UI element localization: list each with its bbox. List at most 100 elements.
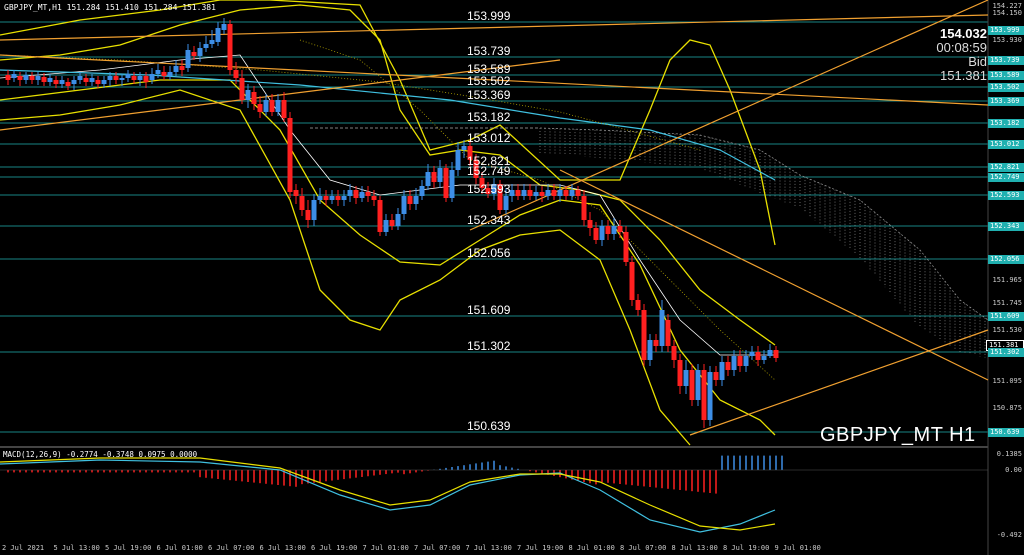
time-label: 5 Jul 19:00 <box>105 544 152 552</box>
level-label: 153.369 <box>467 88 511 102</box>
candle-body <box>131 76 137 80</box>
price-tag: 150.639 <box>988 428 1024 437</box>
candle-body <box>125 74 131 78</box>
level-label: 151.302 <box>467 339 511 353</box>
level-label: 153.502 <box>467 74 511 88</box>
candle-body <box>299 196 305 210</box>
candle-body <box>755 352 761 360</box>
candle-body <box>575 190 581 196</box>
time-label: 7 Jul 01:00 <box>362 544 409 552</box>
moving-average <box>0 54 775 356</box>
candle-body <box>341 196 347 200</box>
macd-panel <box>0 455 988 533</box>
price-tag: 153.182 <box>988 119 1024 128</box>
time-label: 5 Jul 13:00 <box>53 544 100 552</box>
candle-body <box>611 226 617 234</box>
symbol-watermark: GBPJPY_MT H1 <box>820 424 976 446</box>
candle-body <box>77 76 83 80</box>
candle-body <box>635 300 641 310</box>
candle-body <box>185 50 191 68</box>
candle-body <box>593 228 599 240</box>
candle-body <box>617 226 623 232</box>
candle-body <box>743 356 749 366</box>
price-axis-label: 151.745 <box>992 299 1022 307</box>
candle-body <box>437 168 443 182</box>
trend-line-falling <box>559 169 989 381</box>
candle-body <box>35 76 41 80</box>
candle-body <box>371 196 377 200</box>
time-label: 8 Jul 07:00 <box>620 544 667 552</box>
candle-body <box>29 76 35 80</box>
candle-body <box>515 190 521 196</box>
macd-main-line <box>0 457 776 531</box>
candle-body <box>83 78 89 82</box>
candle-body <box>113 76 119 80</box>
price-tag: 152.821 <box>988 163 1024 172</box>
candle-body <box>503 196 509 210</box>
price-tag: 152.593 <box>988 191 1024 200</box>
candle-body <box>155 70 161 74</box>
candle-body <box>353 190 359 198</box>
candle-body <box>173 66 179 72</box>
candle-body <box>323 196 329 200</box>
time-label: 8 Jul 13:00 <box>671 544 718 552</box>
candle-body <box>167 72 173 76</box>
level-label: 153.182 <box>467 110 511 124</box>
price-axis-label: 153.930 <box>992 36 1022 44</box>
candle-body <box>239 78 245 100</box>
level-label: 151.609 <box>467 303 511 317</box>
price-chart[interactable] <box>0 0 1024 555</box>
candle-body <box>719 362 725 380</box>
chart-title: GBPJPY_MT,H1 151.284 151.410 151.284 151… <box>4 3 216 12</box>
price-tag: 152.056 <box>988 255 1024 264</box>
level-label: 153.012 <box>467 131 511 145</box>
candle-body <box>71 80 77 84</box>
candle-body <box>521 190 527 196</box>
price-axis-label: 151.095 <box>992 377 1022 385</box>
candle-body <box>329 196 335 200</box>
price-tag: 153.999 <box>988 26 1024 35</box>
candle-body <box>629 262 635 300</box>
candle-body <box>263 100 269 112</box>
trend-line-support <box>689 329 989 436</box>
candle-body <box>725 362 731 370</box>
candle-body <box>683 370 689 386</box>
price-tag: 152.749 <box>988 173 1024 182</box>
candle-body <box>317 196 323 200</box>
price-tag: 153.502 <box>988 83 1024 92</box>
candle-body <box>401 196 407 214</box>
candle-body <box>545 190 551 196</box>
candle-body <box>377 200 383 232</box>
candle-body <box>701 370 707 420</box>
candle-body <box>449 170 455 198</box>
candle-body <box>581 196 587 220</box>
time-label: 6 Jul 07:00 <box>208 544 255 552</box>
bollinger-band <box>0 79 776 436</box>
candle-body <box>731 356 737 370</box>
level-label: 153.739 <box>467 44 511 58</box>
candle-body <box>227 24 233 70</box>
candle-body <box>389 220 395 226</box>
candle-body <box>641 310 647 360</box>
candle-body <box>305 210 311 220</box>
candle-body <box>245 90 251 100</box>
candle-body <box>737 356 743 366</box>
candle-body <box>23 75 29 80</box>
price-axis-label: 151.965 <box>992 276 1022 284</box>
candle-body <box>713 372 719 380</box>
time-label: 6 Jul 19:00 <box>311 544 358 552</box>
level-label: 150.639 <box>467 419 511 433</box>
candle-body <box>257 104 263 112</box>
candle-body <box>197 48 203 56</box>
candle-body <box>359 192 365 198</box>
candle-body <box>431 172 437 182</box>
candle-body <box>95 80 101 84</box>
candle-body <box>365 192 371 196</box>
candle-body <box>689 370 695 400</box>
candle-body <box>761 356 767 360</box>
candle-body <box>695 370 701 400</box>
candle-body <box>53 80 59 84</box>
price-tag: 152.343 <box>988 222 1024 231</box>
time-label: 8 Jul 19:00 <box>723 544 770 552</box>
candle-body <box>383 220 389 232</box>
